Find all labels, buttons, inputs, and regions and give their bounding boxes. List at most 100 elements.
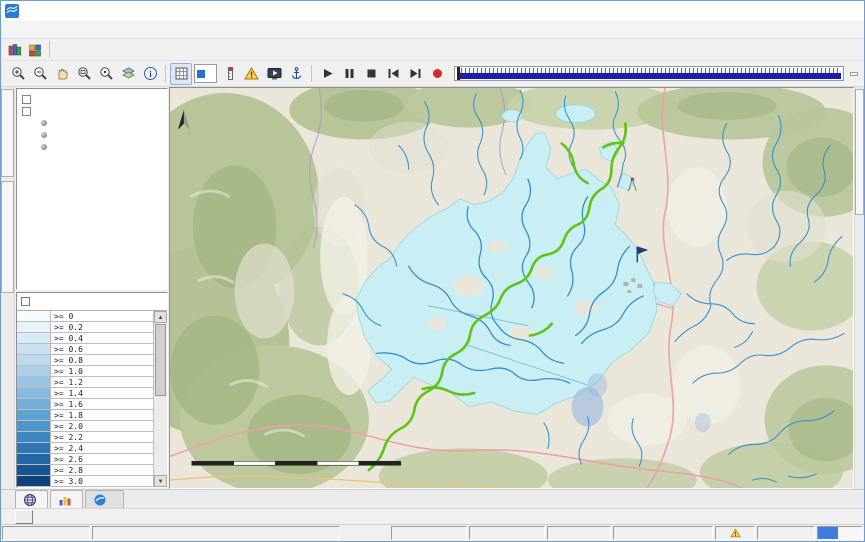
layers-button[interactable]	[117, 63, 139, 85]
pan-button[interactable]	[51, 63, 73, 85]
legend-row-label: >= 2.6	[51, 454, 154, 464]
legend-scrollbar[interactable]: ▲ ▼	[154, 311, 167, 487]
current-datetime-display	[850, 72, 858, 76]
legend-row-label: >= 0.2	[51, 322, 154, 332]
scale-bar-segments	[192, 461, 401, 465]
status-bar	[1, 524, 864, 541]
layer-bullet-icon	[41, 120, 47, 126]
logs-button[interactable]	[15, 510, 33, 524]
tree-item-cross-section[interactable]	[17, 93, 167, 105]
legend-header	[17, 293, 167, 310]
archive-button[interactable]	[25, 40, 45, 59]
menu-bar	[1, 21, 864, 39]
play-button[interactable]	[316, 63, 338, 85]
status-warning-cell[interactable]	[715, 526, 755, 540]
layer-ratio-combobox[interactable]	[194, 64, 217, 83]
legend-row: >= 0.2	[17, 322, 154, 333]
legend-color-swatch	[17, 333, 51, 343]
zoom-box-button[interactable]	[73, 63, 95, 85]
scroll-thumb[interactable]	[155, 324, 166, 396]
anchor-button[interactable]	[285, 63, 307, 85]
left-tab-strip	[1, 87, 15, 489]
zoom-out-button[interactable]	[29, 63, 51, 85]
scroll-down-icon[interactable]: ▼	[154, 475, 167, 487]
legend-row: >= 2.0	[17, 421, 154, 432]
tree-item-level-grid[interactable]	[17, 129, 167, 141]
tab-map[interactable]	[15, 490, 48, 508]
time-slider[interactable]	[454, 66, 844, 81]
tree-item-depth-grid[interactable]	[17, 141, 167, 153]
info-button[interactable]: i	[139, 63, 161, 85]
map-viewport[interactable]	[169, 87, 854, 489]
maximize-button[interactable]	[800, 1, 832, 21]
globe-icon	[22, 492, 38, 508]
display-play-icon	[266, 65, 283, 82]
warning-triangle-icon	[729, 527, 742, 539]
tab-plot-overview[interactable]	[855, 89, 864, 215]
stop-icon	[363, 65, 380, 82]
right-tab-strip	[854, 87, 864, 489]
legend-row: >= 2.6	[17, 454, 154, 465]
skip-end-button[interactable]	[404, 63, 426, 85]
legend-row-label: >= 2.4	[51, 443, 154, 453]
warning-triangle-icon	[243, 65, 260, 82]
legend-color-swatch	[17, 465, 51, 475]
record-button[interactable]	[426, 63, 448, 85]
legend-row: >= 0.8	[17, 355, 154, 366]
zoom-in-button[interactable]	[7, 63, 29, 85]
gauge-scale-button[interactable]	[219, 63, 241, 85]
warnings-button[interactable]	[241, 63, 263, 85]
legend-row: >= 1.2	[17, 377, 154, 388]
menu-options[interactable]	[33, 21, 49, 38]
expand-icon[interactable]	[22, 95, 31, 104]
close-button[interactable]	[832, 1, 864, 21]
grid-display-button[interactable]	[170, 63, 192, 85]
legend-row: >= 1.6	[17, 399, 154, 410]
tab-graph[interactable]	[50, 490, 83, 508]
animation-display-button[interactable]	[263, 63, 285, 85]
skip-start-button[interactable]	[382, 63, 404, 85]
stop-button[interactable]	[360, 63, 382, 85]
skip-end-icon	[407, 65, 424, 82]
info-icon: i	[142, 65, 159, 82]
grid-icon	[173, 65, 190, 82]
toolbar-separator	[165, 65, 166, 82]
pause-button[interactable]	[338, 63, 360, 85]
minimize-button[interactable]	[768, 1, 800, 21]
status-system-time	[92, 526, 340, 540]
timeline-cursor[interactable]	[457, 67, 460, 80]
legend-table: >= 0>= 0.2>= 0.4>= 0.6>= 0.8>= 1.0>= 1.2…	[17, 311, 154, 487]
help-button[interactable]	[54, 40, 74, 59]
collapse-icon[interactable]	[22, 107, 31, 116]
zoom-extent-button[interactable]	[95, 63, 117, 85]
archive-icon	[27, 42, 43, 58]
menu-file[interactable]	[1, 21, 17, 38]
tree-item-level-point[interactable]	[17, 117, 167, 129]
map-canvas	[170, 88, 853, 488]
database-button[interactable]	[5, 40, 25, 59]
last-value-checkbox[interactable]	[21, 297, 30, 306]
tab-forecast[interactable]	[1, 89, 14, 177]
legend-row: >= 1.0	[17, 366, 154, 377]
gauge-scale-icon	[222, 65, 239, 82]
tree-item-pocket[interactable]	[17, 105, 167, 117]
layers-icon	[120, 65, 137, 82]
legend-row: >= 0.4	[17, 333, 154, 344]
explorer-panel: >= 0>= 0.2>= 0.4>= 0.6>= 0.8>= 1.0>= 1.2…	[15, 87, 169, 489]
scroll-up-icon[interactable]: ▲	[154, 311, 167, 323]
title-bar[interactable]	[1, 1, 864, 21]
legend-row-label: >= 1.6	[51, 399, 154, 409]
zoom-extent-icon	[98, 65, 115, 82]
legend-color-swatch	[17, 399, 51, 409]
legend-color-swatch	[17, 421, 51, 431]
tab-data-viewer[interactable]	[1, 181, 14, 293]
menu-help[interactable]	[49, 21, 65, 38]
tab-spatial[interactable]	[85, 490, 124, 508]
map-toolbar: i	[1, 61, 864, 87]
menu-tools[interactable]	[17, 21, 33, 38]
legend-row: >= 1.8	[17, 410, 154, 421]
spatial-icon	[92, 492, 108, 508]
legend-row-label: >= 1.4	[51, 388, 154, 398]
status-throughput	[757, 526, 815, 540]
status-coordinates	[613, 526, 713, 540]
